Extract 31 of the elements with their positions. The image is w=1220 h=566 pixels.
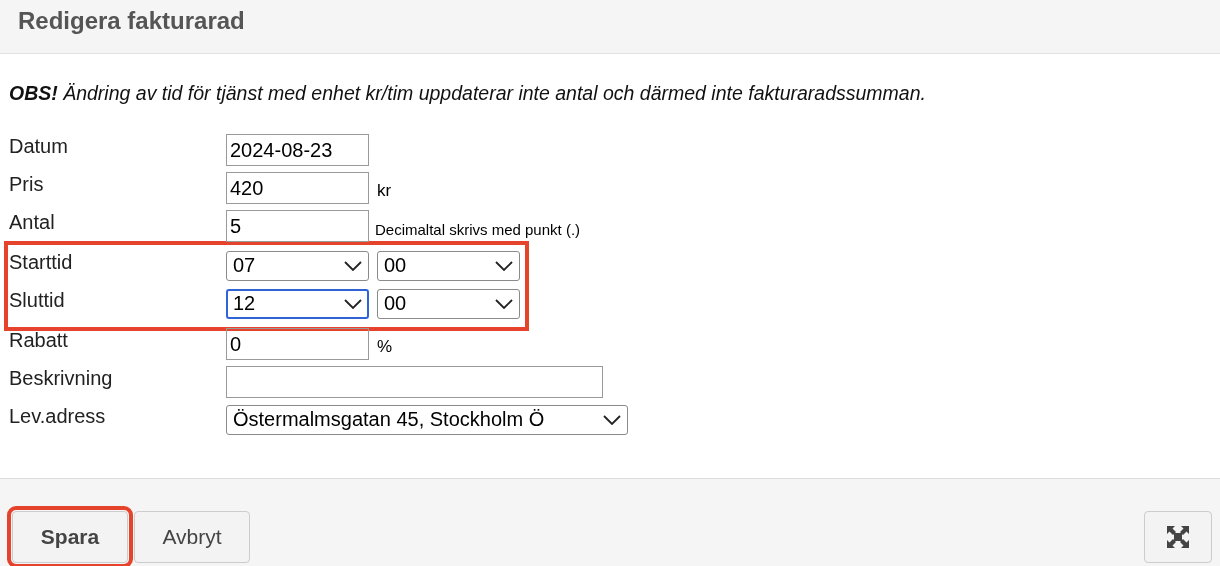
field-label: Antal: [8, 211, 56, 233]
dropdown[interactable]: 12: [226, 288, 369, 319]
field-label: Datum: [8, 135, 69, 157]
dropdown[interactable]: 07: [226, 250, 369, 281]
unit-label: kr: [377, 180, 392, 201]
field-label: Starttid: [8, 251, 74, 273]
field-label: Rabatt: [8, 329, 69, 351]
chevron-down-icon: [495, 260, 513, 271]
chevron-down-icon: [495, 298, 513, 309]
dropdown[interactable]: 00: [377, 288, 520, 319]
cancel-button[interactable]: Avbryt: [134, 510, 250, 563]
dropdown[interactable]: 00: [377, 250, 520, 281]
field-label: Lev.adress: [8, 405, 107, 427]
input-field[interactable]: 420: [226, 171, 369, 204]
input-field[interactable]: [226, 365, 603, 398]
input-field[interactable]: 2024-08-23: [226, 133, 369, 166]
dialog-title: Redigera fakturarad: [18, 6, 245, 35]
chevron-down-icon: [344, 298, 362, 309]
notice-text: OBS! Ändring av tid för tjänst med enhet kr/tim uppdaterar inte antal och därmed inte fakturaradssumman.: [8, 82, 927, 105]
field-label: Pris: [8, 173, 45, 195]
input-field[interactable]: 0: [226, 327, 369, 360]
dropdown[interactable]: Östermalmsgatan 45, Stockholm Ö: [226, 404, 628, 435]
expand-icon: [1167, 525, 1189, 548]
chevron-down-icon: [603, 414, 621, 425]
unit-label: %: [377, 336, 393, 357]
hint-text: Decimaltal skrivs med punkt (.): [375, 221, 581, 238]
field-label: Beskrivning: [8, 367, 114, 389]
fullscreen-button[interactable]: [1144, 510, 1212, 563]
input-field[interactable]: 5: [226, 209, 369, 242]
field-label: Sluttid: [8, 289, 66, 311]
chevron-down-icon: [344, 260, 362, 271]
